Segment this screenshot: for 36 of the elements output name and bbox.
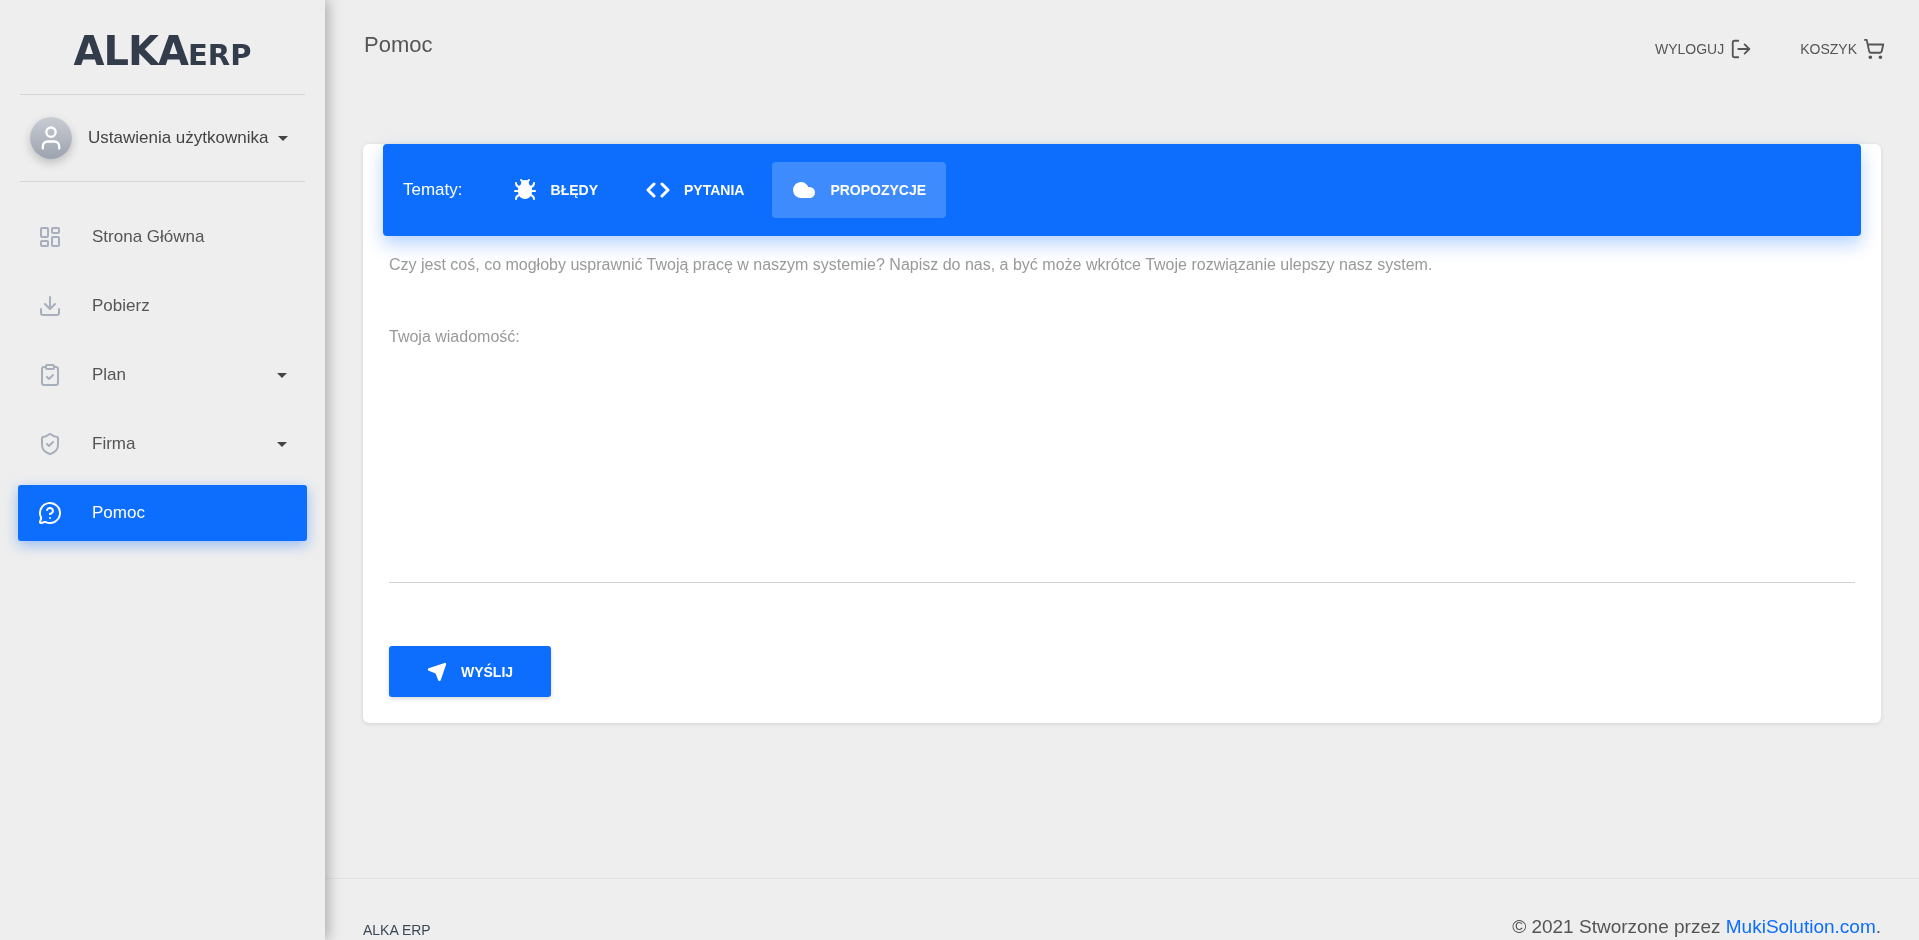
logo: ALKAERP [20,0,305,95]
header-link[interactable]: WYLOGUJ [1654,38,1753,60]
sidebar-item[interactable]: Strona Główna [18,209,307,265]
description-text: Czy jest coś, co mogłoby usprawnić Twoją pracę w naszym systemie? Napisz do nas, a być może wkrótce Twoje rozwiązanie ulepszy nasz system. [389,256,1434,274]
cart-icon [1863,38,1885,60]
logout-icon [1730,38,1753,60]
sidebar-item-label: Plan [92,365,128,385]
send-icon [426,661,447,682]
help-icon [38,501,62,525]
topic-tab[interactable]: BŁĘDY [492,162,618,218]
topic-tab[interactable]: PYTANIA [626,162,765,218]
caret-icon [278,135,289,141]
dashboard-icon [38,225,62,249]
sidebar-item[interactable]: Firma [18,416,307,472]
sidebar-item-label: Strona Główna [92,227,206,247]
footer-brand: ALKA ERP [363,922,431,938]
company-link[interactable]: MukiSolution.com [1725,916,1876,937]
avatar [30,117,72,159]
page-title: Pomoc [364,32,433,58]
sidebar-item[interactable]: Pomoc [18,485,307,541]
message-label: Twoja wiadomość: [389,328,521,346]
copyright-text: © 2021 Stworzone przez MukiSolution.com. [1512,916,1881,938]
clipboard-check-icon [38,363,62,387]
shield-check-icon [38,432,62,456]
download-icon [38,294,62,318]
sidebar-item-label: Pobierz [92,296,151,316]
topic-tab[interactable]: PROPOZYCJE [772,162,947,218]
sidebar-item[interactable]: Plan [18,347,307,403]
sidebar-item-label: Firma [92,434,137,454]
header-link[interactable]: KOSZYK [1800,38,1885,60]
sidebar-item[interactable]: Pobierz [18,278,307,334]
sidebar-item-label: Pomoc [92,503,146,523]
send-button[interactable]: WYŚLIJ [389,646,551,697]
user-settings-menu[interactable]: Ustawienia użytkownika [88,128,289,148]
bug-icon [512,178,537,202]
topics-label: Tematy: [403,180,463,200]
